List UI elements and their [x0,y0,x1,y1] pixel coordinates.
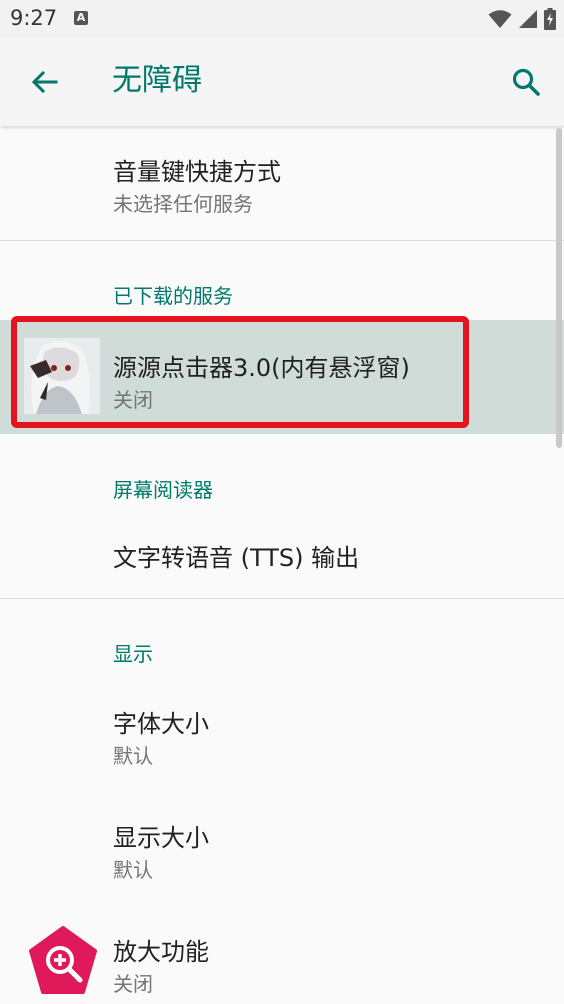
status-bar: 9:27 A [0,0,564,38]
divider [0,240,564,241]
magnification-icon [29,926,97,994]
clicker-app-title: 源源点击器3.0(内有悬浮窗) [113,354,410,382]
list-item-volume-shortcut[interactable]: 音量键快捷方式 未选择任何服务 [0,126,564,240]
list-item-tts[interactable]: 文字转语音 (TTS) 输出 [0,512,564,598]
search-icon [512,68,540,96]
search-button[interactable] [504,60,548,104]
section-header-downloaded: 已下载的服务 [113,284,233,308]
settings-list: 音量键快捷方式 未选择任何服务 已下载的服务 源源点击器3.0(内有悬浮窗) 关… [0,126,564,1004]
font-size-title: 字体大小 [113,710,209,738]
clicker-app-subtitle: 关闭 [113,388,153,412]
magnification-badge [28,926,98,996]
font-size-subtitle: 默认 [113,744,153,768]
display-size-subtitle: 默认 [113,858,153,882]
volume-shortcut-subtitle: 未选择任何服务 [113,192,253,216]
magnification-title: 放大功能 [113,938,209,966]
battery-icon [544,8,556,30]
back-arrow-icon [31,70,58,94]
scrollbar[interactable] [556,128,562,448]
wifi-icon [488,10,512,28]
list-item-font-size[interactable]: 字体大小 默认 [0,682,564,796]
back-button[interactable] [22,60,66,104]
page-title: 无障碍 [112,63,202,98]
accessibility-settings-screen: 9:27 A 无障碍 音量键快捷方式 未选择任何服务 已下载的服务 源源点击器3… [0,0,564,1004]
cell-signal-icon [519,10,537,28]
magnification-subtitle: 关闭 [113,972,153,996]
section-header-display: 显示 [113,642,153,666]
display-size-title: 显示大小 [113,824,209,852]
status-time: 9:27 [10,6,58,30]
section-header-screen-reader: 屏幕阅读器 [113,478,213,502]
tts-title: 文字转语音 (TTS) 输出 [113,544,360,572]
list-item-display-size[interactable]: 显示大小 默认 [0,796,564,910]
volume-shortcut-title: 音量键快捷方式 [113,158,281,186]
status-icons [488,8,556,30]
divider [0,598,564,599]
app-bar: 无障碍 [0,38,564,126]
notification-a-icon: A [74,11,88,25]
